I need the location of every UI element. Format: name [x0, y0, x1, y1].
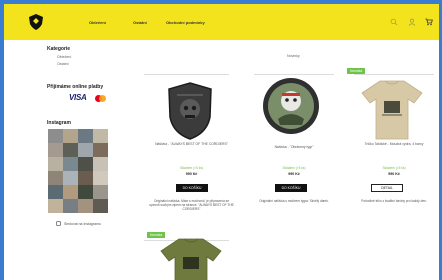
nav-item-obchodni-podminky[interactable]: Obchodní podmínky [166, 20, 205, 25]
instagram-photo[interactable] [63, 185, 78, 199]
instagram-photo[interactable] [48, 129, 63, 143]
new-badge: Novinka [347, 68, 366, 74]
instagram-photo[interactable] [63, 199, 78, 213]
instagram-photo[interactable] [93, 143, 108, 157]
instagram-photo[interactable] [93, 129, 108, 143]
instagram-photo[interactable] [78, 171, 93, 185]
product-availability: Skladem (>5 ks) [179, 166, 204, 170]
instagram-photo[interactable] [93, 199, 108, 213]
product-price: 990 Kč [288, 172, 300, 176]
instagram-photo[interactable] [48, 171, 63, 185]
instagram-photo[interactable] [93, 185, 108, 199]
product-description: Pohodlné triko z kvalitní bavlny pro kaž… [361, 199, 427, 203]
detail-button[interactable]: DETAIL [371, 184, 403, 192]
instagram-photo[interactable] [48, 143, 63, 157]
instagram-follow-link[interactable]: Sledovat na Instagramu [64, 222, 101, 226]
instagram-photo[interactable] [48, 185, 63, 199]
instagram-photo[interactable] [63, 157, 78, 171]
instagram-photo[interactable] [78, 157, 93, 171]
instagram-photo[interactable] [78, 185, 93, 199]
payments-heading: Přijímáme online platby [47, 84, 104, 90]
product-availability: Skladem (>5 ks) [282, 166, 306, 170]
instagram-photo[interactable] [93, 171, 108, 185]
instagram-photo[interactable] [93, 157, 108, 171]
product-name[interactable]: Nášivka - "ALWAYS BEST OF THE CORDIERS" [149, 142, 234, 146]
cart-icon[interactable] [425, 18, 433, 26]
mastercard-logo-icon-right [99, 95, 106, 102]
user-icon[interactable] [408, 18, 416, 26]
product-name[interactable]: Nášivka - "Obrácený tygr" [254, 145, 334, 149]
product-price: 590 Kč [388, 172, 400, 176]
page: Oblečení Ostatní Obchodní podmínky Kateg… [4, 4, 439, 280]
add-to-cart-button[interactable]: DO KOŠÍKU [275, 184, 307, 192]
instagram-photo[interactable] [78, 143, 93, 157]
product-image-tshirt-beige[interactable] [360, 79, 424, 141]
instagram-photo[interactable] [48, 157, 63, 171]
categories-heading: Kategorie [47, 46, 71, 52]
sort-label[interactable]: Novinky [287, 54, 300, 58]
product-image-patch-skull[interactable] [167, 81, 213, 141]
shield-logo-icon[interactable] [27, 13, 45, 31]
instagram-heading: Instagram [47, 120, 71, 126]
site-header: Oblečení Ostatní Obchodní podmínky [4, 4, 439, 40]
product-description: Originální nášivka. Mám s možností, je p… [149, 199, 234, 212]
product-description: Originální nášivka s motivem tygra. Skvě… [259, 199, 329, 203]
product-divider [354, 74, 434, 75]
category-link-obleceni[interactable]: Oblečení [57, 55, 71, 59]
product-divider [144, 74, 229, 75]
instagram-icon [56, 221, 61, 226]
product-availability: Skladem (>5 ks) [382, 166, 406, 170]
instagram-photo[interactable] [78, 199, 93, 213]
category-link-ostatni[interactable]: Ostatní [57, 62, 69, 66]
instagram-grid [48, 129, 108, 213]
instagram-photo[interactable] [63, 143, 78, 157]
instagram-photo[interactable] [63, 129, 78, 143]
search-icon[interactable] [390, 18, 398, 26]
product-image-patch-tiger[interactable] [262, 73, 320, 137]
nav-item-ostatni[interactable]: Ostatní [133, 20, 147, 25]
product-price: 990 Kč [185, 172, 198, 176]
product-name[interactable]: Tričko Taktické - Moudrá vydra, 4 barvy [354, 142, 434, 146]
instagram-photo[interactable] [63, 171, 78, 185]
visa-logo: VISA [69, 93, 87, 102]
product-image-tshirt-olive[interactable] [159, 237, 223, 280]
instagram-photo[interactable] [78, 129, 93, 143]
instagram-photo[interactable] [48, 199, 63, 213]
add-to-cart-button[interactable]: DO KOŠÍKU [176, 184, 208, 192]
nav-item-obleceni[interactable]: Oblečení [89, 20, 106, 25]
